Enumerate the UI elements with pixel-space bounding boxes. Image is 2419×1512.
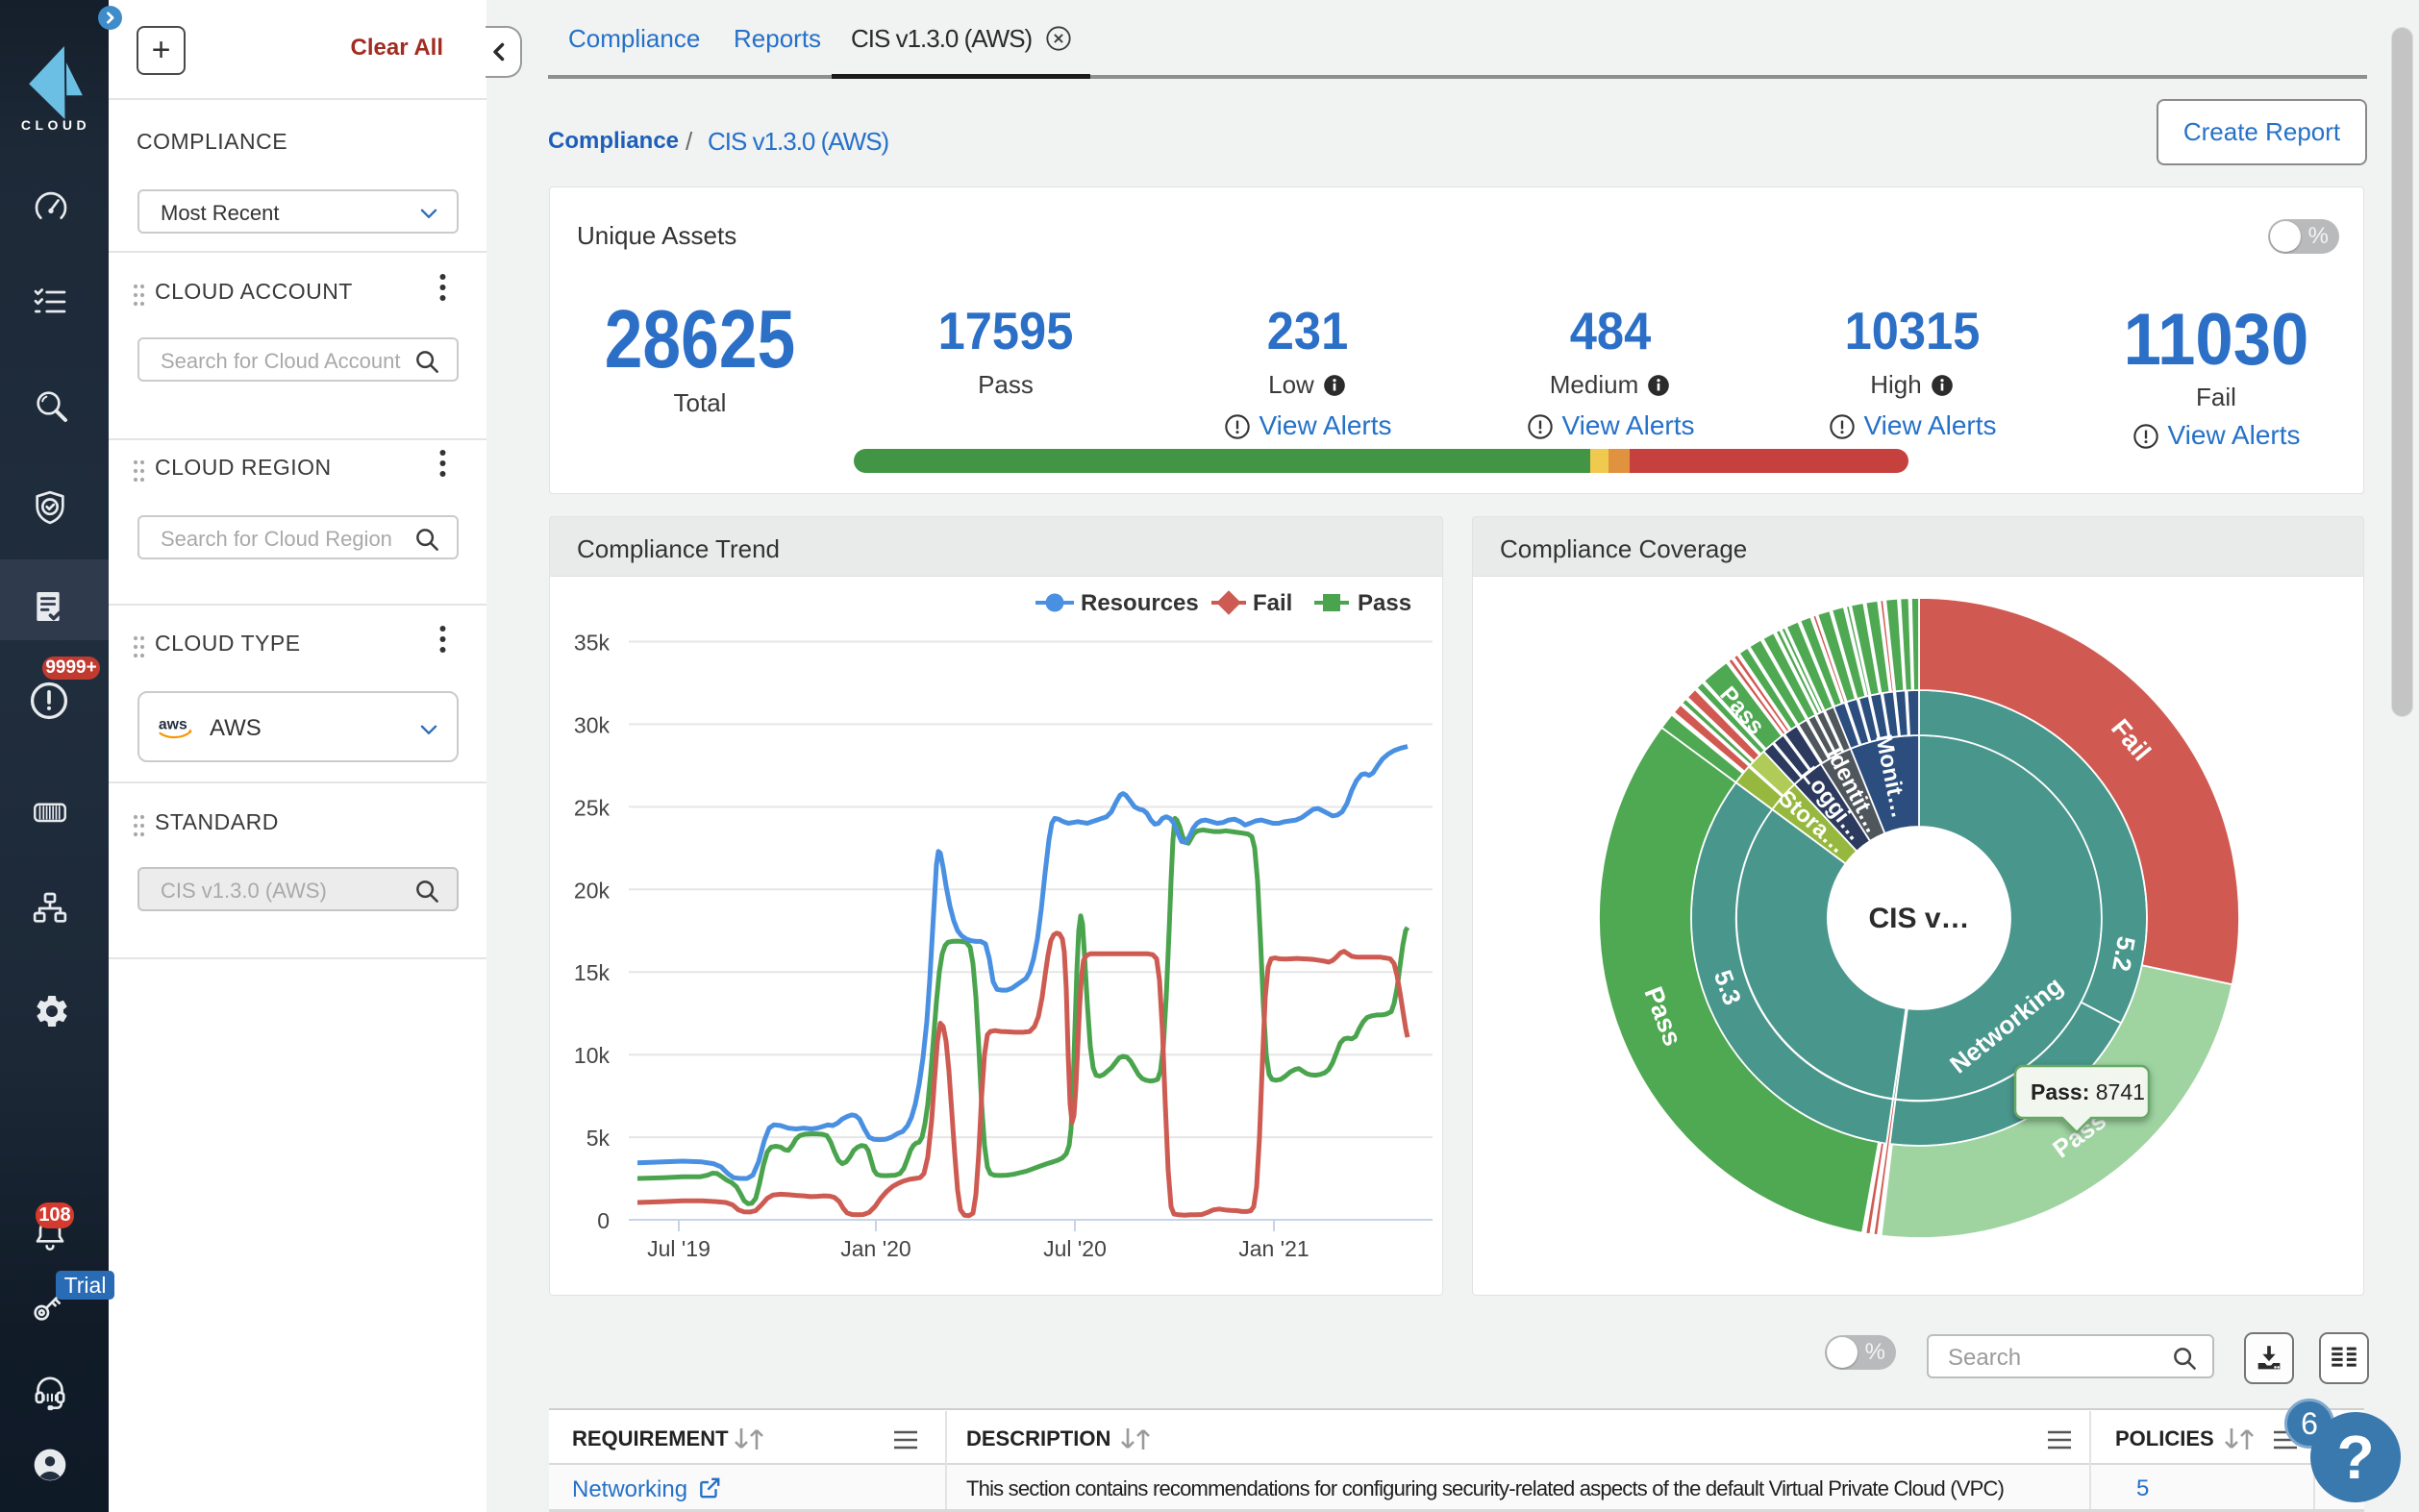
svg-text:Jul '20: Jul '20 (1043, 1236, 1107, 1261)
svg-text:Resources: Resources (1081, 590, 1199, 616)
svg-text:Pass: Pass (1358, 590, 1411, 616)
svg-text:20k: 20k (574, 878, 611, 903)
svg-text:Jul '19: Jul '19 (647, 1236, 711, 1261)
svg-text:Jan '21: Jan '21 (1238, 1236, 1309, 1261)
svg-text:15k: 15k (574, 960, 611, 985)
svg-text:30k: 30k (574, 712, 611, 737)
svg-text:35k: 35k (574, 631, 611, 656)
svg-text:Jan '20: Jan '20 (840, 1236, 910, 1261)
svg-text:5k: 5k (586, 1126, 611, 1151)
svg-text:0: 0 (597, 1208, 610, 1233)
svg-text:25k: 25k (574, 795, 611, 820)
svg-text:10k: 10k (574, 1043, 611, 1068)
svg-text:Fail: Fail (1253, 590, 1292, 616)
